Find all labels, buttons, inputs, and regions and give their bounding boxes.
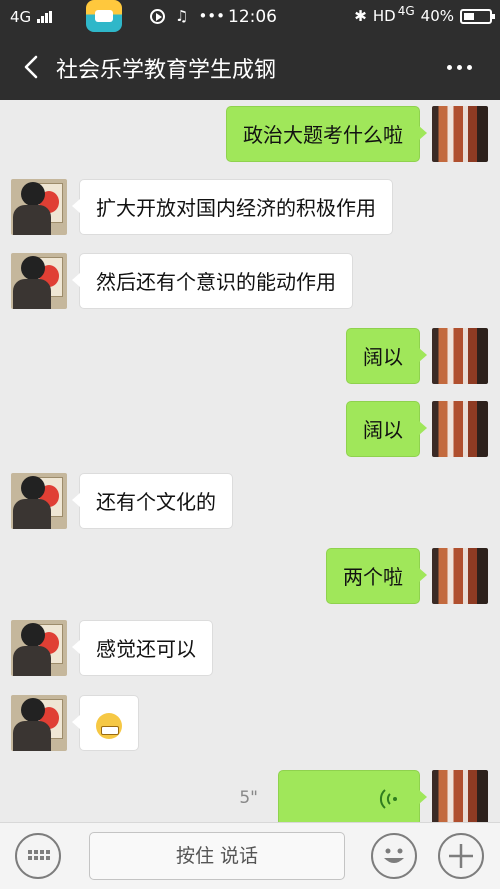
contact-avatar[interactable] <box>11 620 67 676</box>
message-bubble[interactable]: 扩大开放对国内经济的积极作用 <box>72 179 393 235</box>
message-bubble[interactable]: 阔以 <box>346 401 427 457</box>
notification-icons: ♫ ••• <box>150 7 225 25</box>
contact-avatar[interactable] <box>11 253 67 309</box>
message-received: 还有个文化的 <box>11 473 311 529</box>
grimacing-face-icon <box>96 712 122 739</box>
play-icon <box>150 8 165 24</box>
more-actions-button[interactable] <box>438 833 484 879</box>
message-list[interactable]: 政治大题考什么啦 扩大开放对国内经济的积极作用 然后还有个意识的能动作用 阔以 … <box>0 100 500 822</box>
input-bar: 按住 说话 <box>0 822 500 889</box>
contact-avatar[interactable] <box>11 473 67 529</box>
network-type-right: 4G <box>397 4 415 18</box>
message-sent: 两个啦 <box>288 548 488 604</box>
chat-title: 社会乐学教育学生成钢 <box>56 58 277 83</box>
message-bubble[interactable]: 阔以 <box>346 328 427 384</box>
contact-avatar[interactable] <box>11 179 67 235</box>
emoji-button[interactable] <box>371 833 417 879</box>
message-sent: 阔以 <box>308 328 488 384</box>
message-bubble[interactable]: 还有个文化的 <box>72 473 233 529</box>
network-type: 4G <box>10 8 32 26</box>
my-avatar[interactable] <box>432 328 488 384</box>
message-sent: 政治大题考什么啦 <box>198 106 488 162</box>
voice-duration: 5" <box>239 788 258 808</box>
message-received: 扩大开放对国内经济的积极作用 <box>11 179 431 235</box>
message-sent: 阔以 <box>308 401 488 457</box>
back-arrow-icon[interactable] <box>20 55 44 79</box>
bluetooth-icon: ✱ <box>354 7 367 25</box>
network-indicator: 4G <box>10 8 53 26</box>
emoji-message-bubble[interactable] <box>72 695 139 751</box>
voice-message-sent: 5" <box>188 770 488 822</box>
more-notifications-icon: ••• <box>198 7 225 25</box>
chat-header: 社会乐学教育学生成钢 <box>0 34 500 100</box>
message-bubble[interactable]: 然后还有个意识的能动作用 <box>72 253 353 309</box>
clock: 12:06 <box>228 7 277 27</box>
voice-wave-icon <box>379 789 397 809</box>
message-received: 感觉还可以 <box>11 620 311 676</box>
app-notification-icon <box>86 0 122 32</box>
hd-label: HD <box>372 7 396 25</box>
my-avatar[interactable] <box>432 770 488 822</box>
status-bar: 4G ♫ ••• 12:06 ✱ HD 4G 40% <box>0 0 500 34</box>
system-indicators: ✱ HD 4G 40% <box>354 4 495 25</box>
battery-icon <box>460 8 495 24</box>
music-note-icon: ♫ <box>175 7 189 25</box>
message-received: 然后还有个意识的能动作用 <box>11 253 431 309</box>
my-avatar[interactable] <box>432 106 488 162</box>
my-avatar[interactable] <box>432 548 488 604</box>
signal-icon <box>37 11 53 23</box>
my-avatar[interactable] <box>432 401 488 457</box>
battery-percent: 40% <box>420 7 454 25</box>
plus-icon <box>449 844 473 868</box>
voice-message-bubble[interactable] <box>278 770 427 822</box>
smiley-icon <box>384 848 404 863</box>
hold-to-talk-button[interactable]: 按住 说话 <box>89 832 345 880</box>
message-received <box>11 695 211 751</box>
contact-avatar[interactable] <box>11 695 67 751</box>
message-bubble[interactable]: 感觉还可以 <box>72 620 213 676</box>
message-bubble[interactable]: 政治大题考什么啦 <box>226 106 427 162</box>
keyboard-icon <box>28 850 50 860</box>
keyboard-toggle-button[interactable] <box>15 833 61 879</box>
message-bubble[interactable]: 两个啦 <box>326 548 427 604</box>
more-options-icon[interactable] <box>447 65 472 70</box>
